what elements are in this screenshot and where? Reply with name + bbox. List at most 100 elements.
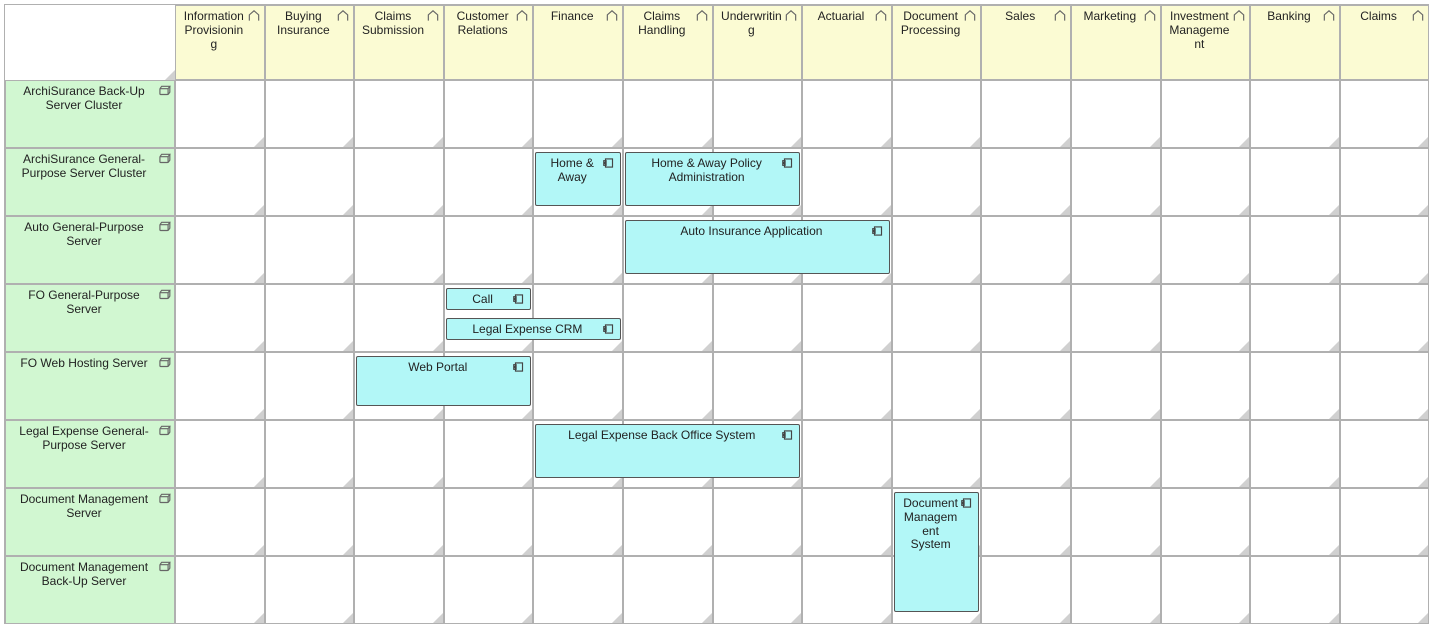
- cell-r3-c10: [1071, 284, 1161, 352]
- function-icon: [605, 9, 619, 23]
- cell-r3-c13: [1340, 284, 1430, 352]
- cell-r5-c3: [444, 420, 534, 488]
- application-component-icon: [512, 292, 526, 306]
- cell-r7-c13: [1340, 556, 1430, 624]
- cell-r2-c13: [1340, 216, 1430, 284]
- function-icon: [1232, 9, 1246, 23]
- cell-r0-c12: [1250, 80, 1340, 148]
- cell-r1-c8: [892, 148, 982, 216]
- cell-r0-c2: [354, 80, 444, 148]
- cell-r0-c0: [175, 80, 265, 148]
- cell-r4-c4: [533, 352, 623, 420]
- cell-r6-c5: [623, 488, 713, 556]
- cell-r5-c0: [175, 420, 265, 488]
- node-icon: [157, 152, 171, 166]
- app-card-web-portal[interactable]: Web Portal: [356, 356, 531, 406]
- app-card-doc-mgmt[interactable]: Document Management System: [894, 492, 980, 612]
- cell-r2-c2: [354, 216, 444, 284]
- cell-r1-c12: [1250, 148, 1340, 216]
- cell-r7-c9: [981, 556, 1071, 624]
- cell-r3-c11: [1161, 284, 1251, 352]
- cell-r4-c13: [1340, 352, 1430, 420]
- cell-r5-c11: [1161, 420, 1251, 488]
- cell-r2-c12: [1250, 216, 1340, 284]
- cell-r1-c0: [175, 148, 265, 216]
- function-icon: [426, 9, 440, 23]
- function-icon: [247, 9, 261, 23]
- cell-r5-c7: [802, 420, 892, 488]
- row-header-3-label: FO General-Purpose Server: [6, 285, 174, 321]
- app-card-home-away-policy-label: Home & Away Policy Administration: [626, 153, 799, 189]
- node-icon: [157, 288, 171, 302]
- cell-r7-c2: [354, 556, 444, 624]
- col-header-7: Actuarial: [802, 5, 892, 80]
- cell-r0-c1: [265, 80, 355, 148]
- cell-r6-c12: [1250, 488, 1340, 556]
- application-component-icon: [512, 360, 526, 374]
- cell-r2-c11: [1161, 216, 1251, 284]
- cell-r3-c2: [354, 284, 444, 352]
- col-header-9: Sales: [981, 5, 1071, 80]
- col-header-2: Claims Submission: [354, 5, 444, 80]
- row-header-6: Document Management Server: [5, 488, 175, 556]
- cell-r6-c9: [981, 488, 1071, 556]
- cell-r7-c5: [623, 556, 713, 624]
- cell-r4-c10: [1071, 352, 1161, 420]
- function-icon: [695, 9, 709, 23]
- cell-r2-c8: [892, 216, 982, 284]
- cell-r5-c8: [892, 420, 982, 488]
- col-header-13: Claims: [1340, 5, 1430, 80]
- cell-r3-c8: [892, 284, 982, 352]
- node-icon: [157, 220, 171, 234]
- cell-r4-c6: [713, 352, 803, 420]
- cell-r1-c13: [1340, 148, 1430, 216]
- function-icon: [1143, 9, 1157, 23]
- cell-r6-c11: [1161, 488, 1251, 556]
- cell-r3-c5: [623, 284, 713, 352]
- app-card-call[interactable]: Call: [446, 288, 532, 310]
- cell-r7-c12: [1250, 556, 1340, 624]
- function-icon: [336, 9, 350, 23]
- col-header-4: Finance: [533, 5, 623, 80]
- cell-r4-c5: [623, 352, 713, 420]
- cell-r6-c4: [533, 488, 623, 556]
- cell-r6-c7: [802, 488, 892, 556]
- cell-r5-c13: [1340, 420, 1430, 488]
- cell-r0-c6: [713, 80, 803, 148]
- col-header-8: Document Processing: [892, 5, 982, 80]
- row-header-3: FO General-Purpose Server: [5, 284, 175, 352]
- cell-r5-c12: [1250, 420, 1340, 488]
- row-header-2-label: Auto General-Purpose Server: [6, 217, 174, 253]
- function-icon: [874, 9, 888, 23]
- row-header-0-label: ArchiSurance Back-Up Server Cluster: [6, 81, 174, 117]
- cell-r6-c10: [1071, 488, 1161, 556]
- application-component-icon: [602, 156, 616, 170]
- col-header-3: Customer Relations: [444, 5, 534, 80]
- app-card-legal-backoffice-label: Legal Expense Back Office System: [536, 425, 799, 447]
- app-card-auto-insurance[interactable]: Auto Insurance Application: [625, 220, 890, 274]
- node-icon: [157, 356, 171, 370]
- cell-r2-c9: [981, 216, 1071, 284]
- app-card-home-away[interactable]: Home & Away: [535, 152, 621, 206]
- cell-r1-c9: [981, 148, 1071, 216]
- cell-r4-c8: [892, 352, 982, 420]
- cell-r0-c5: [623, 80, 713, 148]
- cell-r4-c9: [981, 352, 1071, 420]
- cell-r2-c10: [1071, 216, 1161, 284]
- app-card-legal-crm[interactable]: Legal Expense CRM: [446, 318, 621, 340]
- cell-r3-c7: [802, 284, 892, 352]
- cell-r0-c13: [1340, 80, 1430, 148]
- cell-r7-c0: [175, 556, 265, 624]
- cell-r6-c2: [354, 488, 444, 556]
- cell-r4-c0: [175, 352, 265, 420]
- row-header-7: Document Management Back-Up Server: [5, 556, 175, 624]
- app-card-home-away-policy[interactable]: Home & Away Policy Administration: [625, 152, 800, 206]
- application-component-icon: [871, 224, 885, 238]
- app-card-legal-backoffice[interactable]: Legal Expense Back Office System: [535, 424, 800, 478]
- col-header-0: Information Provisioning: [175, 5, 265, 80]
- cell-r0-c8: [892, 80, 982, 148]
- row-header-5-label: Legal Expense General-Purpose Server: [6, 421, 174, 457]
- cell-r0-c11: [1161, 80, 1251, 148]
- cell-r3-c12: [1250, 284, 1340, 352]
- cell-r5-c9: [981, 420, 1071, 488]
